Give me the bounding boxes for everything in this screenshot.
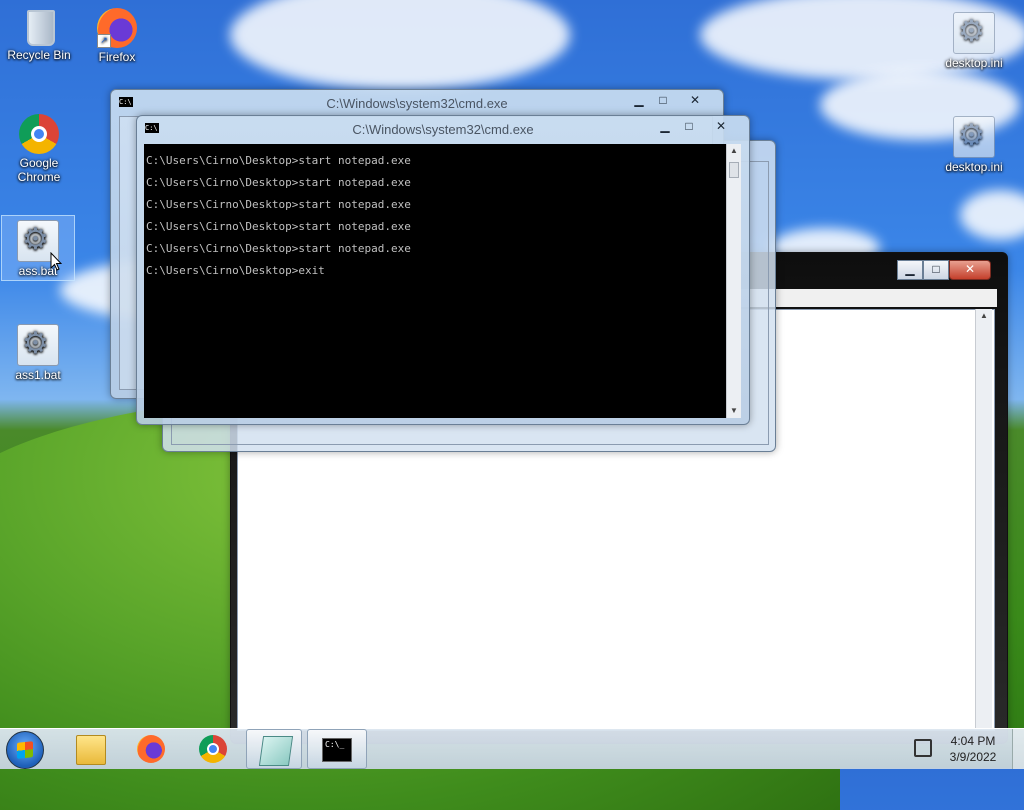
- console-line: C:\Users\Cirno\Desktop>exit: [146, 264, 325, 277]
- scroll-thumb[interactable]: [729, 162, 739, 178]
- desktop-icon-label: ass1.bat: [15, 368, 61, 382]
- file-explorer-icon: [76, 735, 106, 765]
- scroll-up-icon[interactable]: ▲: [976, 309, 992, 323]
- desktop-icon-label: desktop.ini: [945, 160, 1003, 174]
- settings-file-icon: [953, 116, 995, 158]
- start-button[interactable]: [6, 731, 44, 769]
- firefox-icon: [137, 735, 165, 763]
- chrome-icon: [19, 114, 59, 154]
- settings-file-icon: [953, 12, 995, 54]
- desktop-icon-label: ass.bat: [18, 264, 58, 278]
- taskbar-firefox[interactable]: [123, 729, 179, 769]
- minimize-button[interactable]: ▁: [897, 260, 923, 280]
- desktop-icon-firefox[interactable]: ↗ Firefox: [81, 8, 153, 64]
- desktop-icon-ass1-bat[interactable]: ass1.bat: [2, 324, 74, 382]
- console-line: C:\Users\Cirno\Desktop>start notepad.exe: [146, 220, 411, 233]
- desktop-icon-desktop-ini-2[interactable]: desktop.ini: [938, 116, 1010, 174]
- close-button[interactable]: ✕: [709, 118, 733, 136]
- desktop-icon-ass-bat[interactable]: ass.bat: [1, 215, 75, 281]
- cmd-window-front[interactable]: C:\ C:\Windows\system32\cmd.exe ▁ □ ✕ C:…: [136, 115, 750, 425]
- desktop-icon-label: Firefox: [98, 50, 136, 64]
- console-line: C:\Users\Cirno\Desktop>start notepad.exe: [146, 198, 411, 211]
- taskbar-cmd[interactable]: C:\_: [307, 729, 367, 769]
- notepad-scrollbar[interactable]: ▲: [975, 309, 992, 729]
- batch-file-icon: [17, 324, 59, 366]
- console-line: C:\Users\Cirno\Desktop>start notepad.exe: [146, 154, 411, 167]
- minimize-button[interactable]: ▁: [627, 92, 651, 110]
- close-button[interactable]: ✕: [683, 92, 707, 110]
- desktop-icon-google-chrome[interactable]: Google Chrome: [3, 114, 75, 184]
- cmd-icon: C:\_: [322, 738, 352, 762]
- show-desktop-button[interactable]: [1012, 729, 1024, 769]
- console-output[interactable]: C:\Users\Cirno\Desktop>start notepad.exe…: [144, 144, 726, 418]
- network-icon[interactable]: [914, 739, 932, 757]
- desktop-icon-label: desktop.ini: [945, 56, 1003, 70]
- maximize-button[interactable]: □: [923, 260, 949, 280]
- chrome-icon: [199, 735, 227, 763]
- scroll-up-icon[interactable]: ▲: [727, 144, 741, 158]
- console-scrollbar[interactable]: ▲ ▼: [726, 144, 741, 418]
- console-line: C:\Users\Cirno\Desktop>start notepad.exe: [146, 242, 411, 255]
- clock-date: 3/9/2022: [949, 750, 997, 764]
- maximize-button[interactable]: □: [677, 118, 701, 136]
- taskbar-notepad[interactable]: [246, 729, 302, 769]
- shortcut-arrow-icon: ↗: [97, 34, 111, 48]
- desktop-icon-label: Recycle Bin: [7, 48, 71, 62]
- desktop-icon-desktop-ini[interactable]: desktop.ini: [938, 12, 1010, 70]
- minimize-button[interactable]: ▁: [653, 118, 677, 136]
- mouse-cursor-icon: [50, 252, 62, 271]
- desktop-icon-recycle-bin[interactable]: Recycle Bin: [3, 6, 75, 62]
- console-line: C:\Users\Cirno\Desktop>start notepad.exe: [146, 176, 411, 189]
- taskbar-file-explorer[interactable]: [62, 729, 118, 769]
- scroll-down-icon[interactable]: ▼: [727, 404, 741, 418]
- close-button[interactable]: ✕: [949, 260, 991, 280]
- notepad-icon: [258, 736, 294, 766]
- system-clock[interactable]: 4:04 PM 3/9/2022: [940, 733, 1006, 765]
- maximize-button[interactable]: □: [651, 92, 675, 110]
- taskbar: C:\_ 4:04 PM 3/9/2022: [0, 728, 1024, 769]
- clock-time: 4:04 PM: [950, 734, 996, 748]
- desktop-icon-label: Google Chrome: [17, 156, 61, 184]
- taskbar-chrome[interactable]: [185, 729, 241, 769]
- recycle-bin-icon: [19, 6, 59, 46]
- firefox-icon: ↗: [97, 8, 137, 48]
